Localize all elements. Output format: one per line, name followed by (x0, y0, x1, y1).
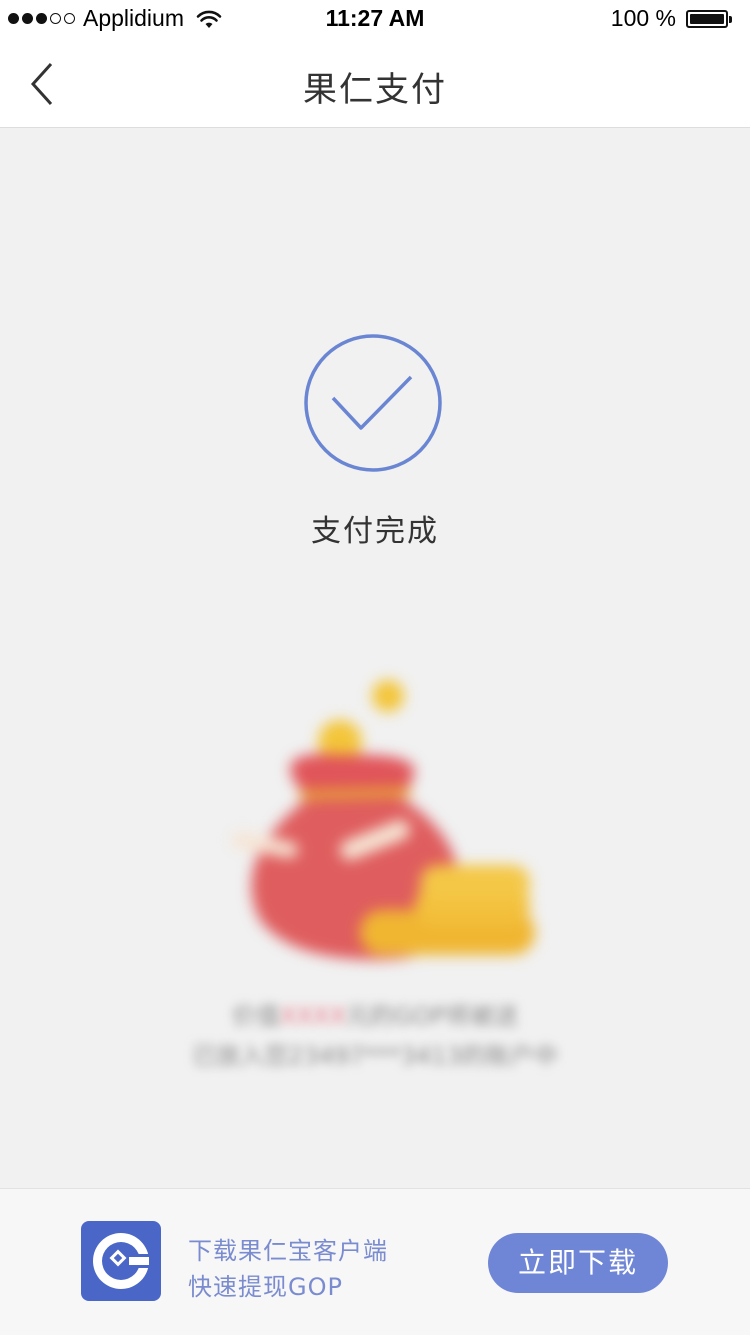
money-bag-illustration (232, 680, 535, 960)
banner-title: 下载果仁宝客户端 (188, 1237, 388, 1265)
promo-line-2: 已放入您23497***3413的账户中 (192, 1042, 558, 1070)
page-title: 果仁支付 (303, 70, 447, 110)
payment-status-text: 支付完成 (311, 514, 439, 549)
battery-icon (686, 9, 732, 28)
battery-percent: 100 % (610, 5, 676, 31)
gop-logo-icon (81, 1221, 161, 1301)
download-banner: 下载果仁宝客户端 快速提现GOP 立即下载 (0, 1188, 750, 1335)
status-right: 100 % (610, 5, 732, 32)
banner-subtitle: 快速提现GOP (188, 1273, 343, 1301)
promo-line-1: 价值XXXX元的GOP将被送 (232, 1002, 518, 1030)
promo-message: 价值XXXX元的GOP将被送 已放入您23497***3413的账户中 (0, 996, 750, 1076)
navigation-bar: 果仁支付 (0, 40, 750, 128)
check-circle-icon (304, 334, 442, 472)
status-bar: Applidium 11:27 AM 100 % (0, 0, 750, 40)
download-button[interactable]: 立即下载 (488, 1233, 668, 1293)
